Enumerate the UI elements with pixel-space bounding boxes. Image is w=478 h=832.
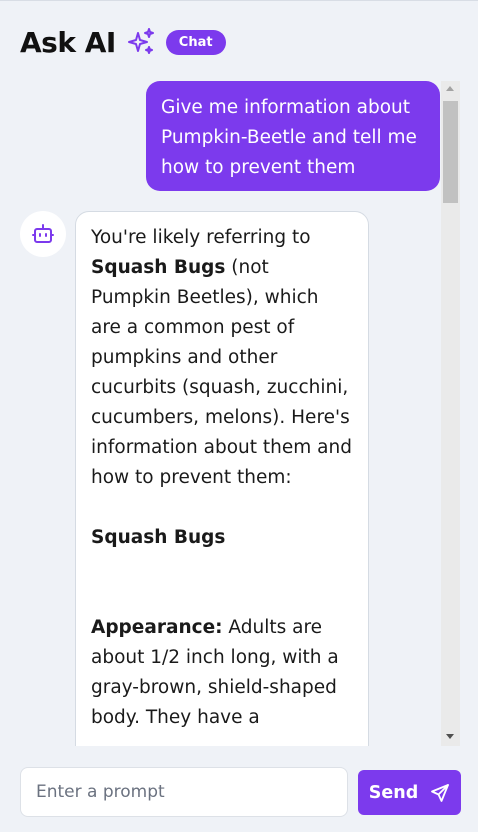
header: Ask AI Chat [20,24,226,60]
bot-avatar [20,211,66,257]
scroll-thumb[interactable] [443,101,458,203]
chat-scrollbar[interactable] [441,81,460,746]
scroll-up-arrow-icon[interactable] [446,86,454,91]
sparkles-icon [126,27,156,57]
assistant-appearance: Appearance: Adults are about 1/2 inch lo… [91,617,339,728]
assistant-message: You're likely referring to Squash Bugs (… [75,211,369,746]
robot-icon [32,224,54,243]
prompt-input[interactable] [20,767,348,817]
send-button[interactable]: Send [358,770,461,815]
send-icon [431,783,450,802]
assistant-intro: You're likely referring to Squash Bugs (… [91,227,352,488]
scroll-down-arrow-icon[interactable] [446,734,454,739]
assistant-heading: Squash Bugs [91,527,226,548]
send-label: Send [368,782,419,803]
chat-badge: Chat [165,29,226,55]
page-title: Ask AI [20,25,116,59]
chat-messages[interactable]: Give me information about Pumpkin-Beetle… [0,80,440,746]
top-border [0,0,478,1]
user-message: Give me information about Pumpkin-Beetle… [146,81,440,191]
